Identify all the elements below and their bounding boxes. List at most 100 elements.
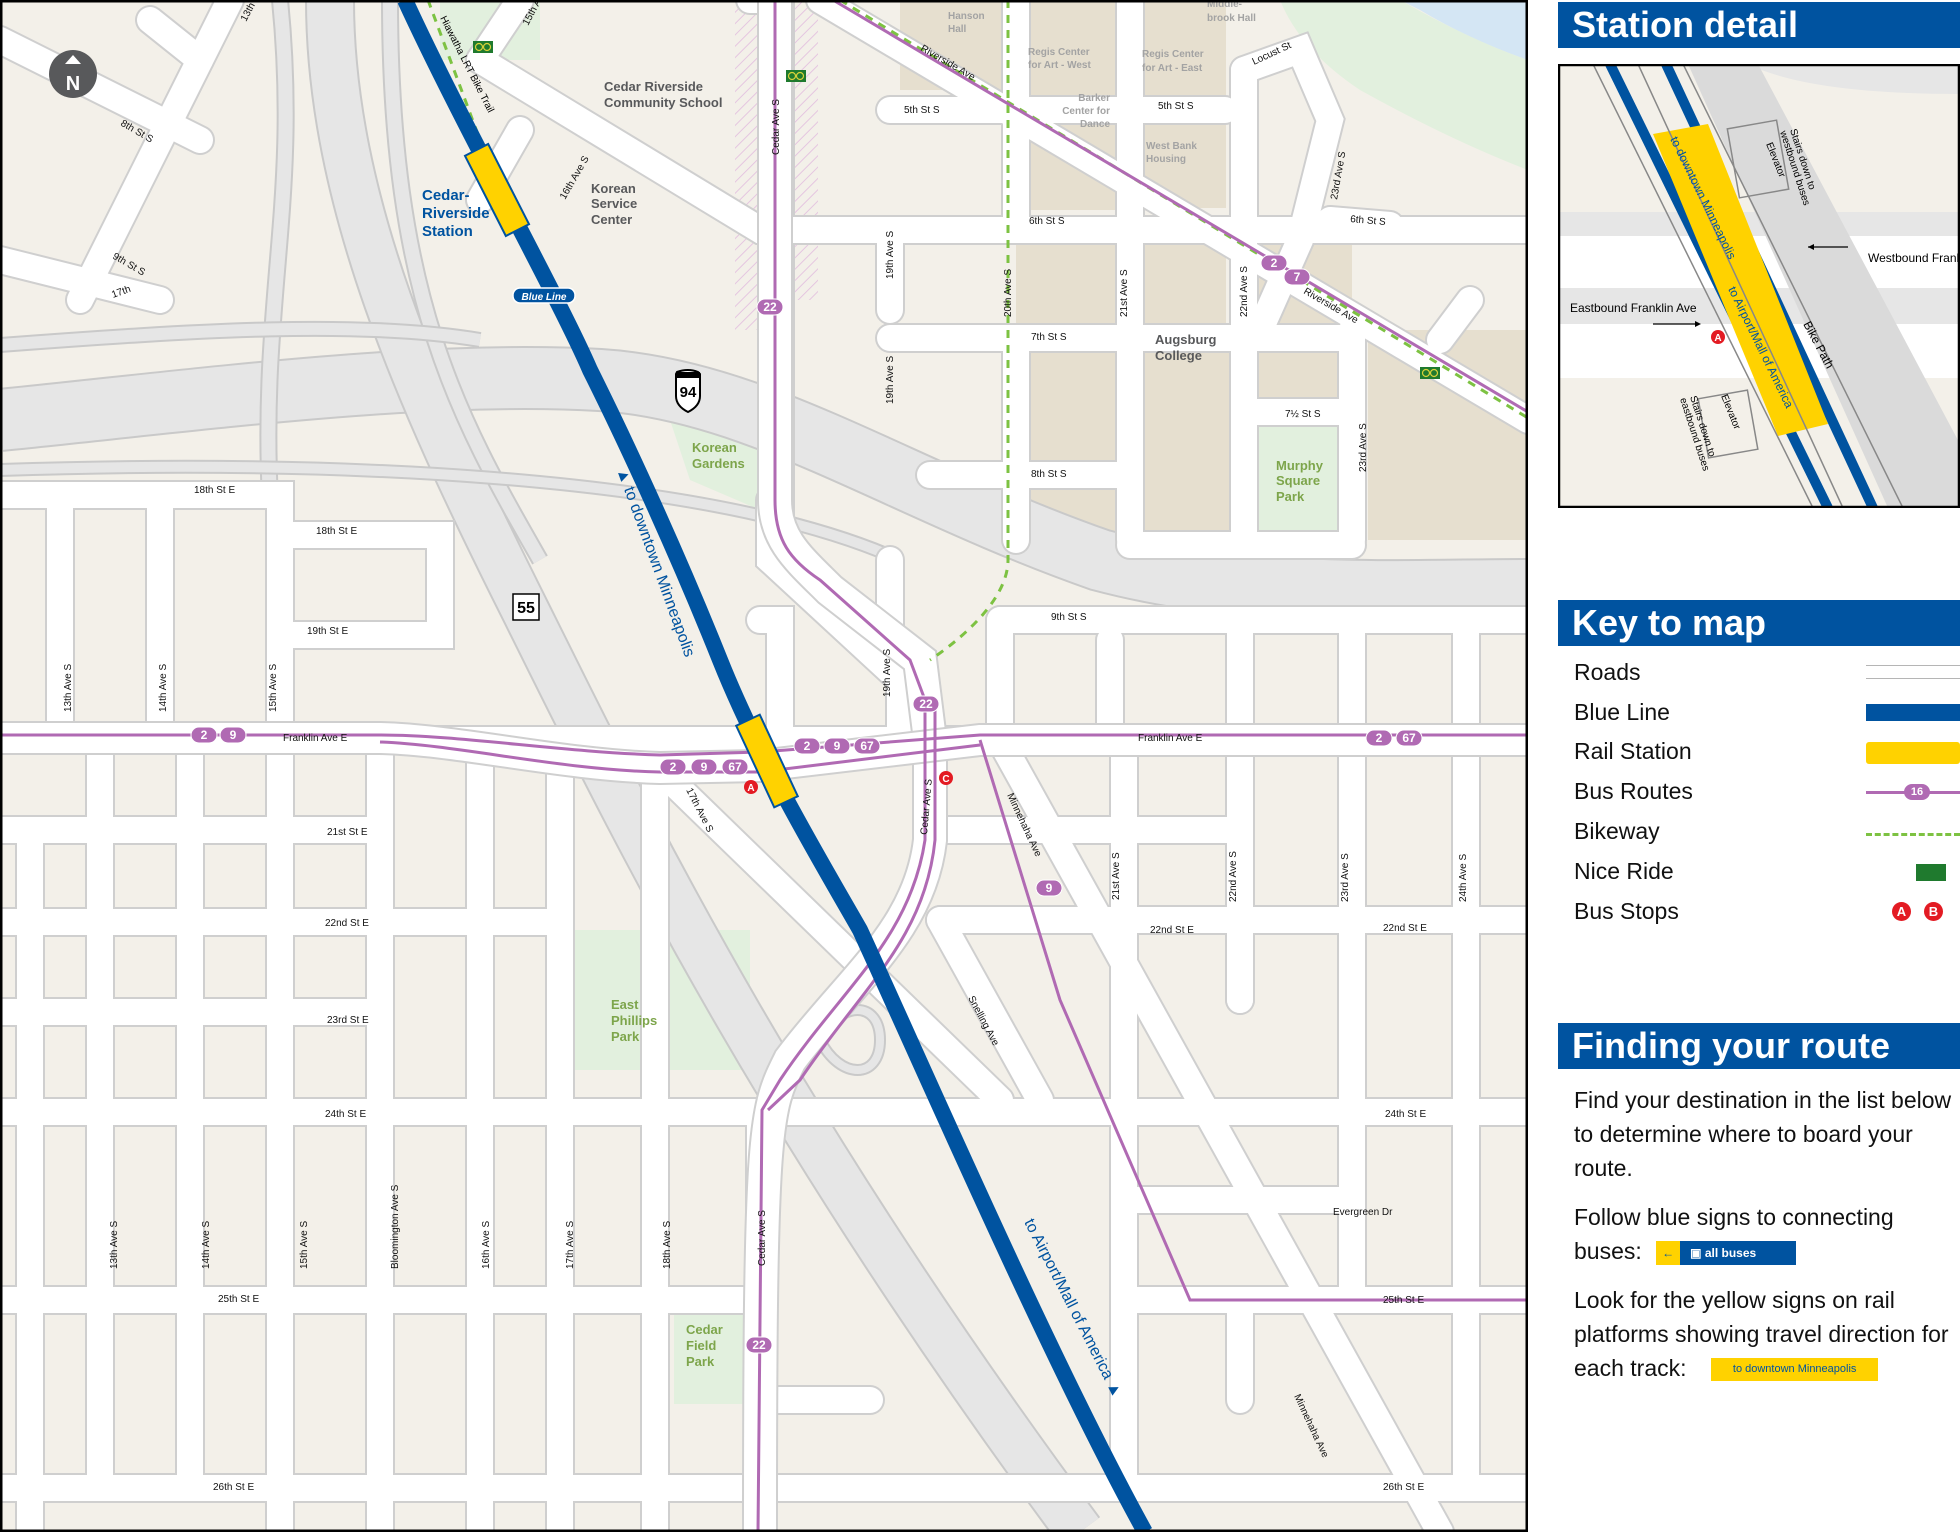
svg-text:22nd St E: 22nd St E: [1150, 925, 1194, 936]
yellow-sign-instructions: Look for the yellow signs on rail platfo…: [1574, 1287, 1949, 1382]
svg-text:9: 9: [1046, 881, 1053, 895]
detail-bus-stop-a-icon[interactable]: A: [1711, 330, 1725, 344]
svg-text:Korean: Korean: [591, 181, 636, 196]
bus-badge-2: 2: [1260, 254, 1288, 272]
svg-text:22: 22: [763, 300, 777, 314]
bus-badge-22: 22: [756, 298, 784, 316]
svg-text:Center for: Center for: [1062, 106, 1110, 117]
finding-route-instructions: Find your destination in the list below …: [1574, 1087, 1952, 1181]
key-item-nice-ride: Nice Ride: [1574, 858, 1674, 884]
svg-text:19th Ave S: 19th Ave S: [885, 355, 896, 404]
all-buses-sign: ← ▣ all buses: [1656, 1236, 1797, 1270]
nice-ride-icon[interactable]: [1420, 367, 1440, 379]
platform-direction-sign: to downtown Minneapolis: [1710, 1358, 1879, 1382]
bus-badge-2: 2: [1365, 729, 1393, 747]
bus-badge-2: 2: [190, 726, 218, 744]
svg-text:Cedar-: Cedar-: [422, 187, 470, 204]
key-item-bus-routes: Bus Routes: [1574, 778, 1693, 804]
sidebar: Station detail Westbound Franklin Ave Ea…: [1556, 0, 1960, 1532]
svg-text:8th St S: 8th St S: [1031, 469, 1067, 480]
svg-text:2: 2: [670, 760, 677, 774]
svg-text:brook Hall: brook Hall: [1207, 13, 1256, 24]
svg-text:5th St S: 5th St S: [904, 105, 940, 116]
key-item-roads: Roads: [1574, 659, 1641, 685]
svg-text:Regis Center: Regis Center: [1028, 47, 1090, 58]
svg-text:67: 67: [728, 760, 742, 774]
svg-text:Gardens: Gardens: [692, 456, 745, 471]
svg-text:24th St E: 24th St E: [1385, 1109, 1426, 1120]
svg-text:23rd St E: 23rd St E: [327, 1015, 369, 1026]
svg-text:26th St E: 26th St E: [213, 1482, 254, 1493]
bus-badge-67: 67: [721, 758, 749, 776]
svg-text:Park: Park: [611, 1029, 640, 1044]
bus-badge-67: 67: [853, 737, 881, 755]
svg-text:C: C: [942, 774, 949, 785]
arrow-left-icon: ←: [1656, 1240, 1681, 1265]
blue-line-badge: Blue Line: [512, 287, 576, 304]
svg-text:College: College: [1155, 348, 1202, 363]
blue-sign-instructions: Follow blue signs to connecting buses: ←…: [1574, 1200, 1960, 1270]
bus-badge-2: 2: [659, 758, 687, 776]
svg-text:Hall: Hall: [948, 24, 967, 35]
svg-text:for Art - West: for Art - West: [1028, 60, 1091, 71]
nice-ride-icon[interactable]: [473, 41, 493, 53]
key-item-bikeway: Bikeway: [1574, 818, 1660, 844]
bikeway-symbol: [1866, 833, 1960, 836]
svg-text:A: A: [1714, 333, 1721, 344]
svg-text:N: N: [66, 73, 80, 95]
svg-text:Cedar Ave S: Cedar Ave S: [757, 1210, 768, 1266]
svg-text:22nd Ave S: 22nd Ave S: [1228, 851, 1239, 902]
svg-text:18th St E: 18th St E: [316, 526, 357, 537]
key-heading: Key to map: [1558, 600, 1960, 646]
key-item-rail-station: Rail Station: [1574, 738, 1692, 764]
bus-badge-22: 22: [745, 1336, 773, 1354]
bus-stop-b-icon: B: [1924, 902, 1943, 921]
svg-text:13th Ave S: 13th Ave S: [63, 663, 74, 712]
svg-text:Bloomington Ave S: Bloomington Ave S: [390, 1184, 401, 1269]
rail-station-symbol: [1866, 742, 1960, 764]
key-item-bus-stops: Bus Stops: [1574, 898, 1679, 924]
svg-text:26th St E: 26th St E: [1383, 1482, 1424, 1493]
svg-text:15th Ave S: 15th Ave S: [268, 663, 279, 712]
svg-text:Franklin Ave E: Franklin Ave E: [1138, 733, 1203, 744]
svg-text:22: 22: [752, 1338, 766, 1352]
neighborhood-map[interactable]: N 94 55 Blue Line Cedar- Riverside Stati…: [0, 0, 1528, 1532]
bus-badge-9: 9: [690, 758, 718, 776]
bus-badge-9: 9: [219, 726, 247, 744]
key-item-blue-line: Blue Line: [1574, 699, 1670, 725]
svg-text:2: 2: [201, 728, 208, 742]
nice-ride-icon[interactable]: [786, 70, 806, 82]
bus-stop-a-icon[interactable]: A: [744, 780, 758, 794]
svg-text:9: 9: [834, 739, 841, 753]
svg-text:2: 2: [804, 739, 811, 753]
bus-stop-c-icon[interactable]: C: [939, 771, 953, 785]
svg-text:13th Ave S: 13th Ave S: [109, 1220, 120, 1269]
svg-text:24th Ave S: 24th Ave S: [1458, 853, 1469, 902]
svg-text:West Bank: West Bank: [1146, 141, 1197, 152]
svg-text:Cedar: Cedar: [686, 1322, 723, 1337]
nice-ride-icon: [1916, 864, 1946, 881]
svg-text:Housing: Housing: [1146, 154, 1186, 165]
svg-text:Service: Service: [591, 196, 637, 211]
westbound-label: Westbound Franklin Ave: [1868, 251, 1960, 265]
svg-text:19th Ave S: 19th Ave S: [885, 230, 896, 279]
svg-text:22nd Ave S: 22nd Ave S: [1239, 266, 1250, 317]
svg-text:67: 67: [860, 739, 874, 753]
svg-text:22: 22: [919, 697, 933, 711]
svg-text:24th St E: 24th St E: [325, 1109, 366, 1120]
svg-text:5th St S: 5th St S: [1158, 101, 1194, 112]
svg-text:Franklin Ave E: Franklin Ave E: [283, 733, 348, 744]
svg-text:for Art - East: for Art - East: [1142, 63, 1203, 74]
svg-text:7½ St S: 7½ St S: [1285, 409, 1321, 420]
svg-text:21st Ave S: 21st Ave S: [1111, 852, 1122, 900]
svg-text:67: 67: [1402, 731, 1416, 745]
station-detail-heading: Station detail: [1558, 2, 1960, 48]
svg-text:21st St E: 21st St E: [327, 827, 368, 838]
svg-text:20th Ave S: 20th Ave S: [1003, 268, 1014, 317]
road-symbol: [1866, 665, 1960, 679]
svg-text:9: 9: [230, 728, 237, 742]
svg-text:East: East: [611, 997, 639, 1012]
station-detail-diagram[interactable]: Westbound Franklin Ave Eastbound Frankli…: [1558, 64, 1960, 508]
svg-text:Evergreen Dr: Evergreen Dr: [1333, 1207, 1393, 1218]
svg-text:22nd St E: 22nd St E: [1383, 923, 1427, 934]
